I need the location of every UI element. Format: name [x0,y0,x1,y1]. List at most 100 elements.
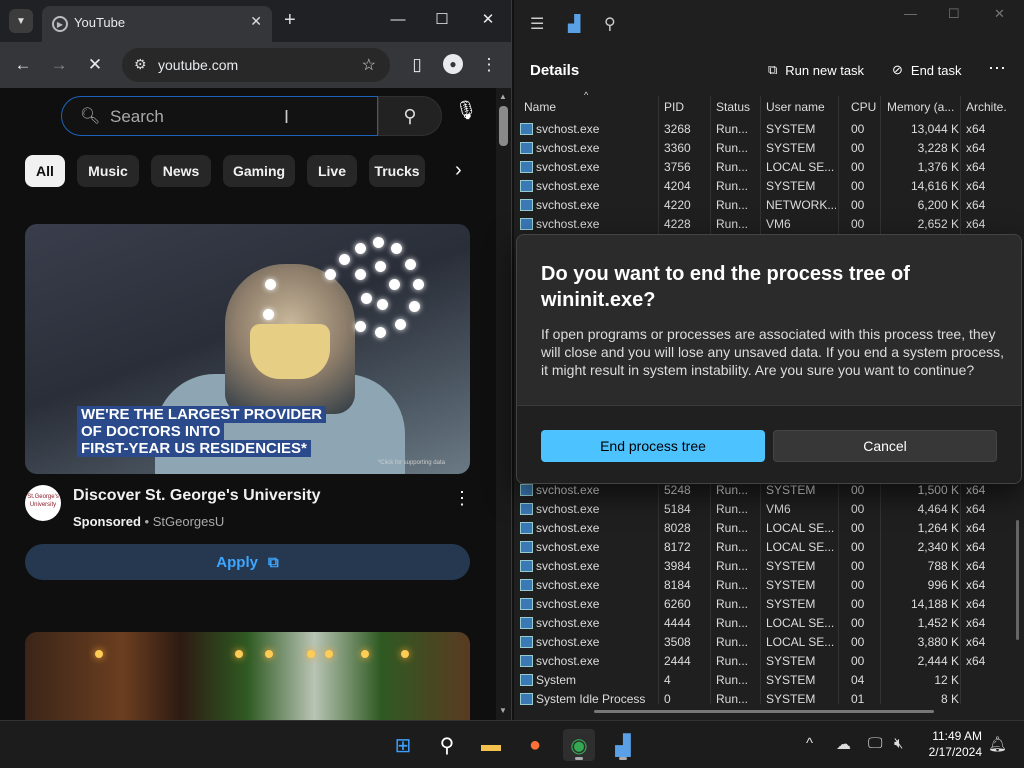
table-row[interactable]: svchost.exe 5184 Run... VM6 00 4,464 K x64 [514,500,1024,519]
chip-music[interactable]: Music [77,155,139,187]
col-name[interactable]: Name [524,100,556,114]
back-icon[interactable]: ← [12,54,34,76]
col-memory[interactable]: Memory (a... [887,100,954,114]
cell-username: LOCAL SE... [766,540,835,554]
start-icon[interactable]: ⊞ [387,729,419,761]
table-row[interactable]: svchost.exe 3984 Run... SYSTEM 00 788 K x64 [514,557,1024,576]
maximize-icon[interactable]: ☐ [948,6,960,22]
maximize-icon[interactable]: ☐ [430,10,454,30]
notification-icon[interactable]: 🔔︎ [988,735,1007,753]
desktop: ▼ ▶ YouTube ✕ + — ☐ ✕ ← → ✕ ⚙ youtube.co… [0,0,1024,768]
video-thumbnail[interactable] [25,632,470,720]
table-row[interactable]: svchost.exe 3268 Run... SYSTEM 00 13,044 K x64 [514,120,1024,139]
volume-muted-icon[interactable]: 🔇︎ [894,735,903,752]
close-icon[interactable]: ✕ [250,13,262,30]
ad-thumbnail[interactable]: WE'RE THE LARGEST PROVIDER OF DOCTORS IN… [25,224,470,474]
ad-subtitle: Sponsored • StGeorgesU [73,514,225,529]
onedrive-icon[interactable]: ☁ [836,735,851,753]
table-row[interactable]: svchost.exe 8172 Run... LOCAL SE... 00 2,340 … [514,538,1024,557]
list-hscrollbar[interactable] [594,710,934,713]
page-scrollbar[interactable]: ▲ ▼ [496,88,511,720]
apply-button[interactable]: Apply ⧉ [25,544,470,580]
table-row[interactable]: svchost.exe 6260 Run... SYSTEM 00 14,188 K x64 [514,595,1024,614]
search-icon[interactable]: ⚲ [604,14,616,34]
table-row[interactable]: svchost.exe 4444 Run... LOCAL SE... 00 1,452 … [514,614,1024,633]
cell-pid: 5184 [664,502,691,516]
table-row[interactable]: System 4 Run... SYSTEM 04 12 K [514,671,1024,690]
list-scrollbar[interactable] [1016,520,1019,640]
table-row[interactable]: System Idle Process 0 Run... SYSTEM 01 8 K [514,690,1024,709]
close-window-icon[interactable]: ✕ [476,10,500,30]
table-row[interactable]: svchost.exe 8028 Run... LOCAL SE... 00 1,264 … [514,519,1024,538]
more-icon[interactable]: ⋯ [988,58,1006,79]
cell-pid: 8172 [664,540,691,554]
end-task-button[interactable]: ⊘ End task [892,62,962,78]
ad-title[interactable]: Discover St. George's University [73,487,320,505]
col-status[interactable]: Status [716,100,750,114]
tab-youtube[interactable]: ▶ YouTube ✕ [42,6,272,42]
chevron-right-icon[interactable]: › [455,159,462,182]
col-architecture[interactable]: Archite. [966,100,1007,114]
minimize-icon[interactable]: — [904,6,917,21]
scrollbar-thumb[interactable] [499,106,508,146]
star-icon[interactable]: ☆ [362,55,376,75]
site-settings-icon[interactable]: ⚙ [134,56,147,73]
plus-icon[interactable]: + [284,10,296,30]
firefox-icon[interactable]: ● [519,729,551,761]
address-bar[interactable]: ⚙ youtube.com ☆ [122,48,390,82]
table-row[interactable]: svchost.exe 3508 Run... LOCAL SE... 00 3,880 … [514,633,1024,652]
microphone-icon[interactable]: 🎙︎ [452,100,480,130]
close-window-icon[interactable]: ✕ [994,6,1005,22]
more-icon[interactable]: ⋮ [452,488,472,509]
search-input[interactable]: 🔍︎ Search I [61,96,378,136]
surgeon-mask [250,324,330,379]
cell-name: svchost.exe [536,141,600,155]
task-manager-icon[interactable]: ▟ [607,729,639,761]
chip-gaming[interactable]: Gaming [223,155,295,187]
search-button[interactable]: ⚲ [378,96,442,136]
sponsored-label: Sponsored [73,514,141,529]
dialog-title: Do you want to end the process tree of w… [541,263,910,311]
network-icon[interactable]: 🖵︎ [868,735,882,752]
hamburger-menu-icon[interactable]: ☰ [530,14,544,34]
col-pid[interactable]: PID [664,100,684,114]
chevron-down-icon[interactable]: ▼ [9,9,33,33]
minimize-icon[interactable]: — [386,10,410,30]
profile-icon[interactable]: ● [443,54,463,74]
more-icon[interactable]: ⋮ [478,54,500,76]
process-icon [520,142,533,154]
chevron-up-icon[interactable]: ^ [806,735,813,752]
col-username[interactable]: User name [766,100,825,114]
table-row[interactable]: svchost.exe 3756 Run... LOCAL SE... 00 1,376 … [514,158,1024,177]
file-explorer-icon[interactable]: ▬ [475,729,507,761]
url-text[interactable]: youtube.com [158,57,238,73]
search-icon[interactable]: ⚲ [431,729,463,761]
cell-cpu: 00 [851,578,865,592]
run-new-task-button[interactable]: ⧉ Run new task [768,62,864,78]
table-row[interactable]: svchost.exe 3360 Run... SYSTEM 00 3,228 K x64 [514,139,1024,158]
channel-name[interactable]: StGeorgesU [153,514,225,529]
chrome-icon[interactable]: ◉ [563,729,595,761]
forward-icon[interactable]: → [48,54,70,76]
table-row[interactable]: svchost.exe 2444 Run... SYSTEM 00 2,444 K x64 [514,652,1024,671]
cell-name: svchost.exe [536,483,600,497]
col-cpu[interactable]: CPU [851,100,876,114]
scroll-up-icon[interactable]: ▲ [499,92,507,101]
table-row[interactable]: svchost.exe 8184 Run... SYSTEM 00 996 K x64 [514,576,1024,595]
process-icon [520,636,533,648]
stop-icon[interactable]: ✕ [84,54,106,76]
side-panel-icon[interactable]: ▯ [406,54,428,76]
end-process-tree-button[interactable]: End process tree [541,430,765,462]
cancel-button[interactable]: Cancel [773,430,997,462]
table-row[interactable]: svchost.exe 4228 Run... VM6 00 2,652 K x64 [514,215,1024,234]
process-icon [520,674,533,686]
chip-trucks[interactable]: Trucks [369,155,425,187]
clock[interactable]: 11:49 AM 2/17/2024 [920,728,982,760]
scroll-down-icon[interactable]: ▼ [499,706,507,715]
chip-all[interactable]: All [25,155,65,187]
channel-avatar[interactable]: St.George's University [25,485,61,521]
table-row[interactable]: svchost.exe 4204 Run... SYSTEM 00 14,616 K x64 [514,177,1024,196]
chip-news[interactable]: News [151,155,211,187]
table-row[interactable]: svchost.exe 4220 Run... NETWORK... 00 6,200 K… [514,196,1024,215]
chip-live[interactable]: Live [307,155,357,187]
